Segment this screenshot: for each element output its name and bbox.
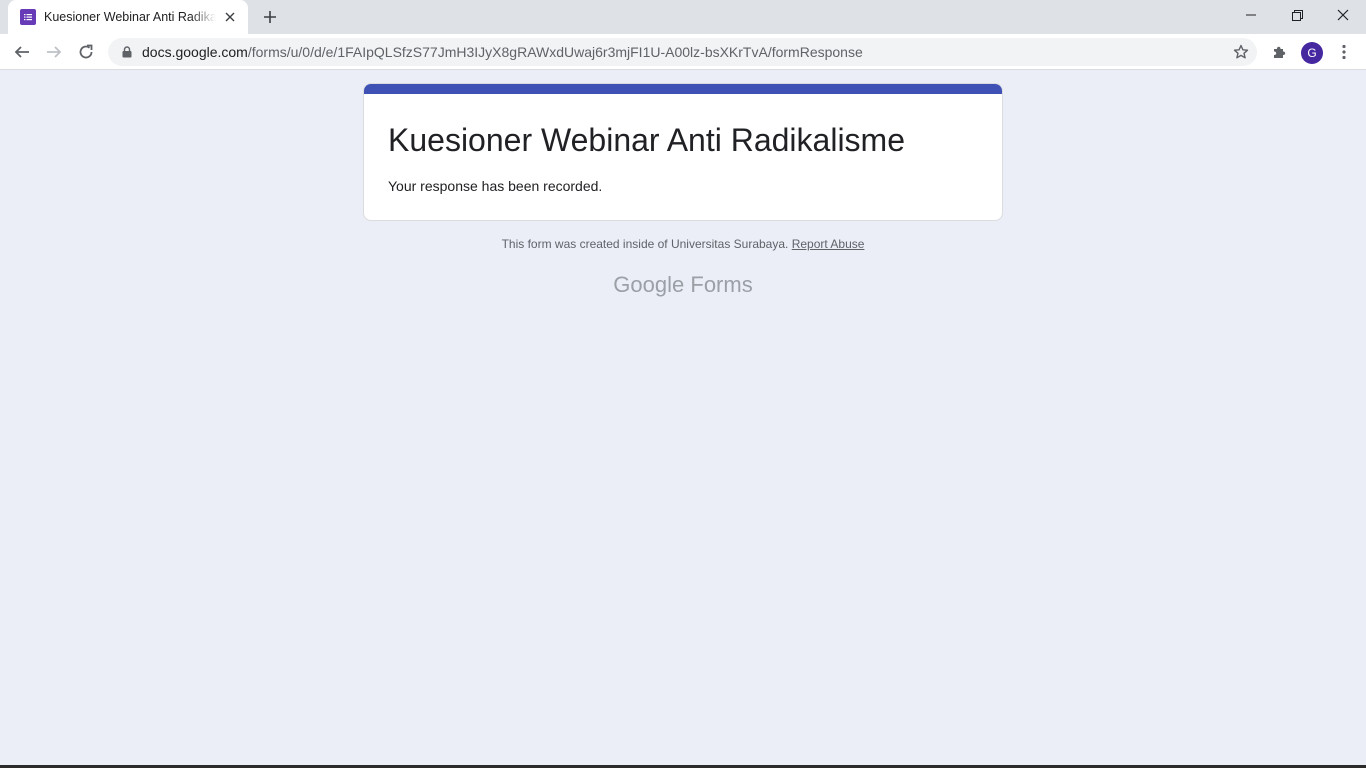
report-abuse-link[interactable]: Report Abuse — [792, 237, 865, 251]
arrow-left-icon — [14, 46, 29, 58]
confirmation-message: Your response has been recorded. — [388, 178, 603, 194]
tab-strip: Kuesioner Webinar Anti Radikalisme — [0, 0, 1366, 34]
form-confirmation-card: Kuesioner Webinar Anti Radikalisme Your … — [363, 83, 1003, 221]
extensions-button[interactable] — [1266, 38, 1294, 66]
form-footer: This form was created inside of Universi… — [0, 237, 1366, 251]
address-bar[interactable]: docs.google.com/forms/u/0/d/e/1FAIpQLSfz… — [108, 38, 1257, 66]
profile-avatar[interactable]: G — [1301, 42, 1323, 64]
back-button[interactable] — [8, 38, 36, 66]
reload-icon — [79, 44, 93, 59]
form-title: Kuesioner Webinar Anti Radikalisme — [388, 122, 905, 158]
puzzle-icon — [1274, 46, 1286, 58]
forward-button[interactable] — [40, 38, 68, 66]
url-path: /forms/u/0/d/e/1FAIpQLSfzS77JmH3IJyX8gRA… — [247, 44, 863, 60]
more-vert-icon — [1342, 44, 1346, 60]
footer-note-text: This form was created inside of Universi… — [501, 237, 789, 251]
bookmark-star-icon[interactable] — [1233, 44, 1249, 60]
form-accent-bar — [364, 84, 1002, 94]
browser-toolbar: docs.google.com/forms/u/0/d/e/1FAIpQLSfz… — [0, 34, 1366, 70]
reload-button[interactable] — [72, 38, 100, 66]
brand-forms: Forms — [690, 272, 753, 297]
close-tab-icon[interactable] — [222, 9, 238, 25]
brand-google: Google — [613, 272, 685, 297]
new-tab-button[interactable] — [258, 5, 282, 29]
restore-button[interactable] — [1274, 0, 1320, 30]
arrow-right-icon — [47, 46, 62, 58]
google-forms-logo[interactable]: Google Forms — [0, 272, 1366, 298]
lock-icon[interactable] — [120, 45, 134, 59]
url-host: docs.google.com — [142, 44, 248, 60]
minimize-button[interactable] — [1228, 0, 1274, 30]
close-window-button[interactable] — [1320, 0, 1366, 30]
tab-title: Kuesioner Webinar Anti Radikalisme — [44, 10, 216, 24]
menu-button[interactable] — [1330, 38, 1358, 66]
forms-favicon-icon — [20, 9, 36, 25]
browser-tab[interactable]: Kuesioner Webinar Anti Radikalisme — [8, 0, 248, 34]
